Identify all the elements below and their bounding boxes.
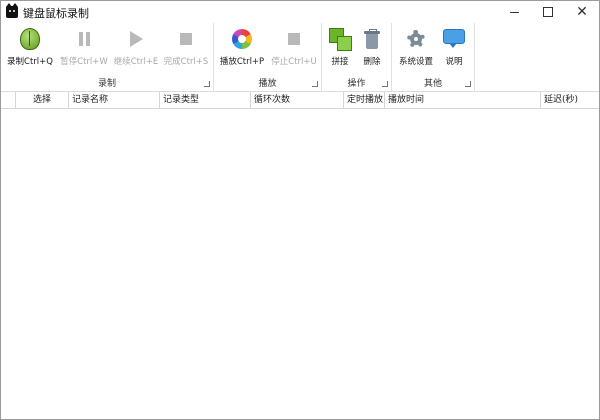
- settings-button-label: 系统设置: [398, 57, 433, 67]
- stop-icon: [180, 33, 192, 45]
- title-bar: 键盘鼠标录制 ✕: [1, 1, 599, 23]
- stop-button[interactable]: 停止Ctrl+U: [270, 25, 318, 71]
- minimize-icon: [509, 11, 519, 13]
- settings-button[interactable]: 系统设置: [396, 25, 436, 71]
- ribbon-toolbar: 录制Ctrl+Q 暂停Ctrl+W 继续Ctrl+E 完成Ctrl+S 录制 播…: [1, 23, 599, 92]
- column-header-record-type[interactable]: 记录类型: [160, 92, 251, 108]
- help-button[interactable]: 说明: [440, 25, 468, 71]
- column-header-delay[interactable]: 延迟(秒): [541, 92, 599, 108]
- help-button-label: 说明: [445, 57, 463, 67]
- group-play-launcher-icon[interactable]: [312, 81, 318, 87]
- trash-icon: [364, 29, 380, 49]
- close-button[interactable]: ✕: [565, 1, 599, 23]
- stop-button-label: 停止Ctrl+U: [271, 57, 317, 67]
- pause-button[interactable]: 暂停Ctrl+W: [59, 25, 109, 71]
- app-window: 键盘鼠标录制 ✕ 录制Ctrl+Q 暂停Ctrl+W 继续Ctrl+E 完成Ct…: [0, 0, 600, 420]
- delete-button[interactable]: 删除: [358, 25, 386, 71]
- table-header: 选择 记录名称 记录类型 循环次数 定时播放 播放时间 延迟(秒): [1, 92, 599, 109]
- resume-button[interactable]: 继续Ctrl+E: [111, 25, 161, 71]
- stop-icon: [288, 33, 300, 45]
- group-other-launcher-icon[interactable]: [465, 81, 471, 87]
- group-operate: 拼接 删除 操作: [322, 23, 392, 91]
- cat-app-icon: [6, 3, 18, 18]
- play-button-label: 播放Ctrl+P: [219, 57, 265, 67]
- gear-icon: [405, 28, 427, 50]
- table-body[interactable]: [1, 109, 599, 419]
- join-icon: [329, 28, 352, 51]
- column-header-record-name[interactable]: 记录名称: [69, 92, 160, 108]
- finish-button[interactable]: 完成Ctrl+S: [161, 25, 211, 71]
- maximize-icon: [543, 7, 553, 17]
- bug-icon: [20, 28, 40, 50]
- color-wheel-icon: [232, 29, 252, 49]
- column-header-loop-count[interactable]: 循环次数: [251, 92, 344, 108]
- play-button[interactable]: 播放Ctrl+P: [218, 25, 266, 71]
- group-record-launcher-icon[interactable]: [204, 81, 210, 87]
- group-record-label: 录制: [97, 79, 116, 89]
- delete-button-label: 删除: [363, 57, 381, 67]
- group-other-label: 其他: [423, 79, 442, 89]
- close-icon: ✕: [576, 4, 588, 20]
- row-indicator-header: [1, 92, 16, 108]
- finish-button-label: 完成Ctrl+S: [163, 57, 209, 67]
- window-title: 键盘鼠标录制: [23, 7, 89, 20]
- pause-icon: [78, 32, 90, 46]
- column-header-play-time[interactable]: 播放时间: [385, 92, 541, 108]
- column-header-scheduled-play[interactable]: 定时播放: [344, 92, 385, 108]
- play-icon: [129, 31, 143, 47]
- column-header-select[interactable]: 选择: [16, 92, 69, 108]
- group-play: 播放Ctrl+P 停止Ctrl+U 播放: [214, 23, 322, 91]
- group-operate-label: 操作: [347, 79, 366, 89]
- group-operate-launcher-icon[interactable]: [382, 81, 388, 87]
- resume-button-label: 继续Ctrl+E: [113, 57, 159, 67]
- group-play-label: 播放: [258, 79, 277, 89]
- record-button-label: 录制Ctrl+Q: [7, 57, 53, 67]
- join-button[interactable]: 拼接: [326, 25, 354, 71]
- speech-bubble-icon: [443, 29, 465, 49]
- group-record: 录制Ctrl+Q 暂停Ctrl+W 继续Ctrl+E 完成Ctrl+S 录制: [1, 23, 214, 91]
- join-button-label: 拼接: [331, 57, 349, 67]
- maximize-button[interactable]: [531, 1, 565, 23]
- group-other: 系统设置 说明 其他: [392, 23, 475, 91]
- record-button[interactable]: 录制Ctrl+Q: [5, 25, 55, 71]
- pause-button-label: 暂停Ctrl+W: [60, 57, 108, 67]
- minimize-button[interactable]: [497, 1, 531, 23]
